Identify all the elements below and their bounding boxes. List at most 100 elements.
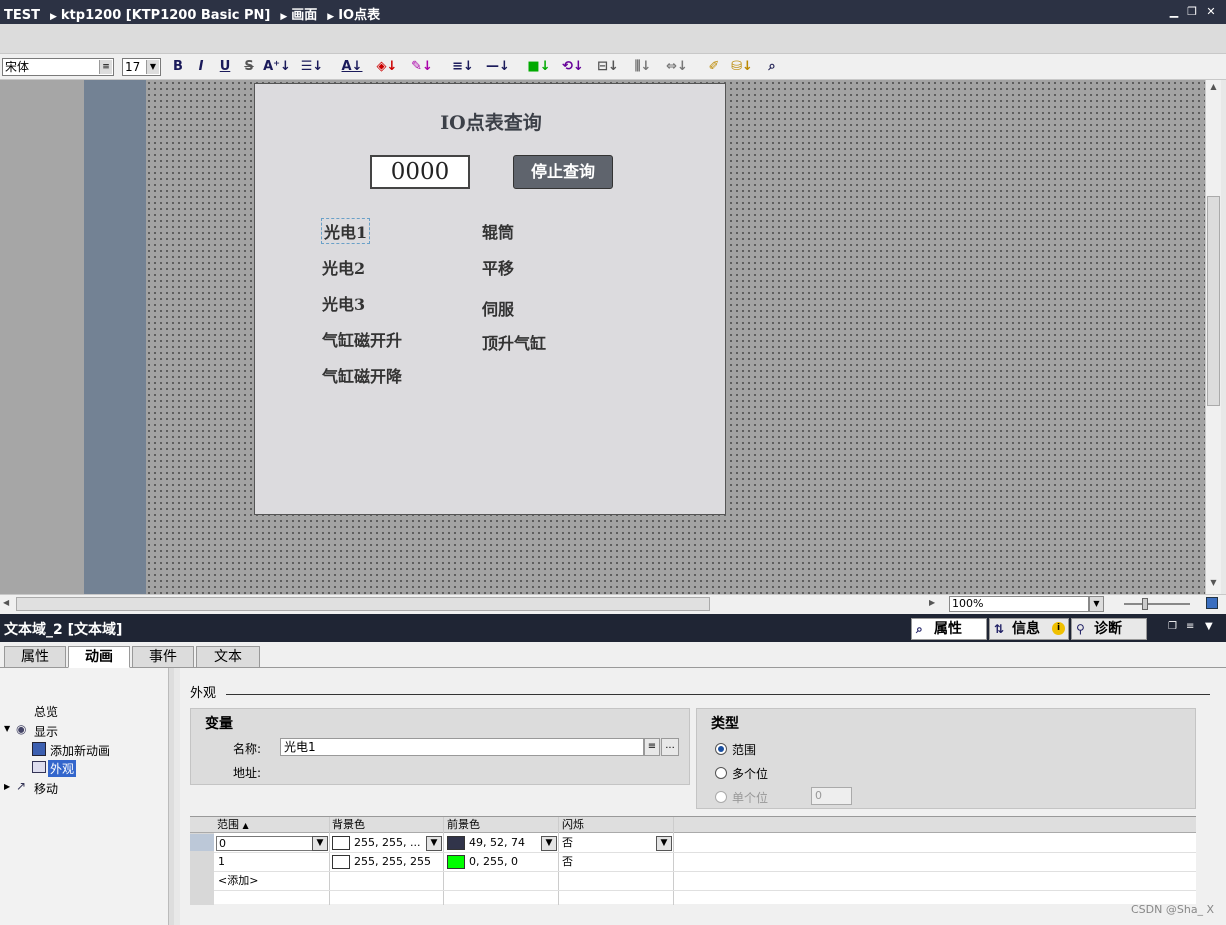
io-label-3[interactable]: 光电3 [322,291,365,315]
zoom-slider-thumb[interactable] [1142,598,1148,610]
appearance-panel: 外观 变量 名称: 光电1 ≡ ... 地址: 类型 范围 多个位 单个位 0 … [180,668,1226,925]
tree-item-appearance[interactable]: 外观 [48,760,77,777]
tree-item-overview[interactable]: 总览 [34,703,58,720]
table-row[interactable] [214,872,1196,891]
radio-range[interactable] [715,743,727,755]
arrow-down-icon[interactable]: ▼ [1207,578,1220,590]
font-size-select[interactable]: 17 ▼ [122,58,161,76]
restore-icon[interactable]: ❐ [1186,6,1198,18]
range-input[interactable]: 0 [216,836,313,851]
screen-title[interactable]: IO点表查询 [255,108,727,135]
line-color-icon[interactable]: ✎↓ [407,58,437,76]
restore-icon[interactable]: ❐ [1168,621,1177,632]
align-icon[interactable]: ☰↓ [297,58,327,76]
range-value: 1 [218,855,225,868]
chevron-down-icon[interactable]: ▼ [1089,596,1104,612]
tab-props[interactable]: 属性 [4,646,66,668]
chevron-down-icon[interactable]: ▼ [656,836,672,851]
spacing-icon[interactable]: ⇔↓ [662,58,692,76]
fit-screen-icon[interactable] [1206,597,1218,609]
type-group: 类型 范围 多个位 单个位 0 [696,708,1196,809]
tab-animation[interactable]: 动画 [68,646,130,668]
column-blink[interactable]: 闪烁 [562,816,584,834]
io-label-1[interactable]: 光电1 [320,218,371,244]
bold-icon[interactable]: B [167,58,189,76]
column-range[interactable]: 范围 ▲ [217,816,249,835]
io-label-7[interactable]: 平移 [482,255,514,279]
align-objects-icon[interactable]: ⊟↓ [593,58,623,76]
radio-multi-bit[interactable] [715,767,727,779]
tab-events[interactable]: 事件 [132,646,194,668]
tab-diagnostics[interactable]: ⚲ 诊断 [1071,618,1147,640]
chevron-down-icon[interactable]: ▼ [4,724,10,733]
fill-color-icon[interactable]: ◈↓ [372,58,402,76]
fg-color-value: 49, 52, 74 [469,836,525,849]
font-grow-icon[interactable]: A⁺↓ [262,58,292,76]
breadcrumb-screen[interactable]: IO点表 [338,8,380,23]
strikethrough-icon[interactable]: S [238,58,260,76]
tab-texts[interactable]: 文本 [196,646,260,668]
font-color-icon[interactable]: A↓ [337,58,367,76]
list-icon[interactable]: ≡ [644,738,660,756]
zoom-slider[interactable] [1124,603,1190,605]
tree-item-display[interactable]: 显示 [34,723,58,740]
chevron-down-icon[interactable]: ▼ [426,836,442,851]
scroll-thumb[interactable] [1207,196,1220,406]
vertical-scrollbar[interactable]: ▲ ▼ [1205,80,1221,594]
layers-icon[interactable]: ⛁↓ [727,58,757,76]
brush-icon[interactable]: ✐ [703,58,725,76]
browse-button[interactable]: ... [661,738,679,756]
zoom-select-icon[interactable]: ⌕ [761,58,783,76]
bring-front-icon[interactable]: ■↓ [524,58,554,76]
hmi-screen[interactable]: IO点表查询 0000 停止查询 光电1 光电2 光电3 气缸磁开升 气缸磁开降… [254,83,726,515]
rotate-icon[interactable]: ⟲↓ [558,58,588,76]
italic-icon[interactable]: I [190,58,212,76]
arrow-right-icon[interactable]: ▶ [929,598,935,607]
breadcrumb-screens[interactable]: 画面 [291,8,317,23]
scroll-thumb[interactable] [16,597,710,611]
collapse-icon[interactable]: ▼ [1205,621,1213,632]
tree-item-add-animation[interactable]: 添加新动画 [50,742,110,759]
add-row[interactable]: <添加> [218,872,258,890]
column-bg-color[interactable]: 背景色 [332,816,365,834]
variable-group: 变量 名称: 光电1 ≡ ... 地址: [190,708,690,785]
menu-icon[interactable]: ≡ [1186,621,1194,632]
radio-single-bit[interactable] [715,791,727,803]
column-fg-color[interactable]: 前景色 [447,816,480,834]
tag-name-field[interactable]: 光电1 [280,738,644,756]
chevron-right-icon: ▶ [280,12,288,22]
row-selector[interactable] [190,834,214,851]
format-toolbar: 宋体 ≡ 17 ▼ B I U S A⁺↓ ☰↓ A↓ ◈↓ ✎↓ ≡↓ —↓ ■↓… [0,54,1226,80]
distribute-icon[interactable]: ⫼↓ [628,58,658,76]
line-width-icon[interactable]: ≡↓ [448,58,478,76]
io-label-9[interactable]: 顶升气缸 [482,330,546,354]
arrow-left-icon[interactable]: ◀ [3,598,9,607]
stop-query-button[interactable]: 停止查询 [513,155,613,189]
tab-properties[interactable]: ⌕ 属性 [911,618,987,640]
fg-color-swatch [447,855,465,869]
font-family-select[interactable]: 宋体 ≡ [2,58,114,76]
arrow-up-icon[interactable]: ▲ [1207,82,1220,94]
zoom-field[interactable]: 100% [949,596,1089,612]
io-label-2[interactable]: 光电2 [322,255,365,279]
close-icon[interactable]: ✕ [1205,6,1217,18]
io-label-6[interactable]: 辊筒 [482,219,514,243]
breadcrumb-device[interactable]: ktp1200 [KTP1200 Basic PN] [61,8,270,23]
underline-icon[interactable]: U [214,58,236,76]
chevron-down-icon[interactable]: ▼ [312,836,328,851]
chevron-right-icon[interactable]: ▶ [4,782,10,791]
divider [226,694,1210,695]
io-field[interactable]: 0000 [370,155,470,189]
tree-item-move[interactable]: 移动 [34,780,58,797]
line-style-icon[interactable]: —↓ [483,58,513,76]
breadcrumb-project[interactable]: TEST [4,8,40,23]
tab-info[interactable]: ⇅ 信息 i [989,618,1069,640]
splitter[interactable] [168,668,174,925]
bit-number-spinner[interactable]: 0 [811,787,852,805]
editor-tabs-bar [0,24,1226,54]
io-label-8[interactable]: 伺服 [482,296,514,320]
io-label-4[interactable]: 气缸磁开升 [322,327,402,351]
minimize-icon[interactable]: ▁ [1168,6,1180,18]
io-label-5[interactable]: 气缸磁开降 [322,363,402,387]
chevron-down-icon[interactable]: ▼ [541,836,557,851]
